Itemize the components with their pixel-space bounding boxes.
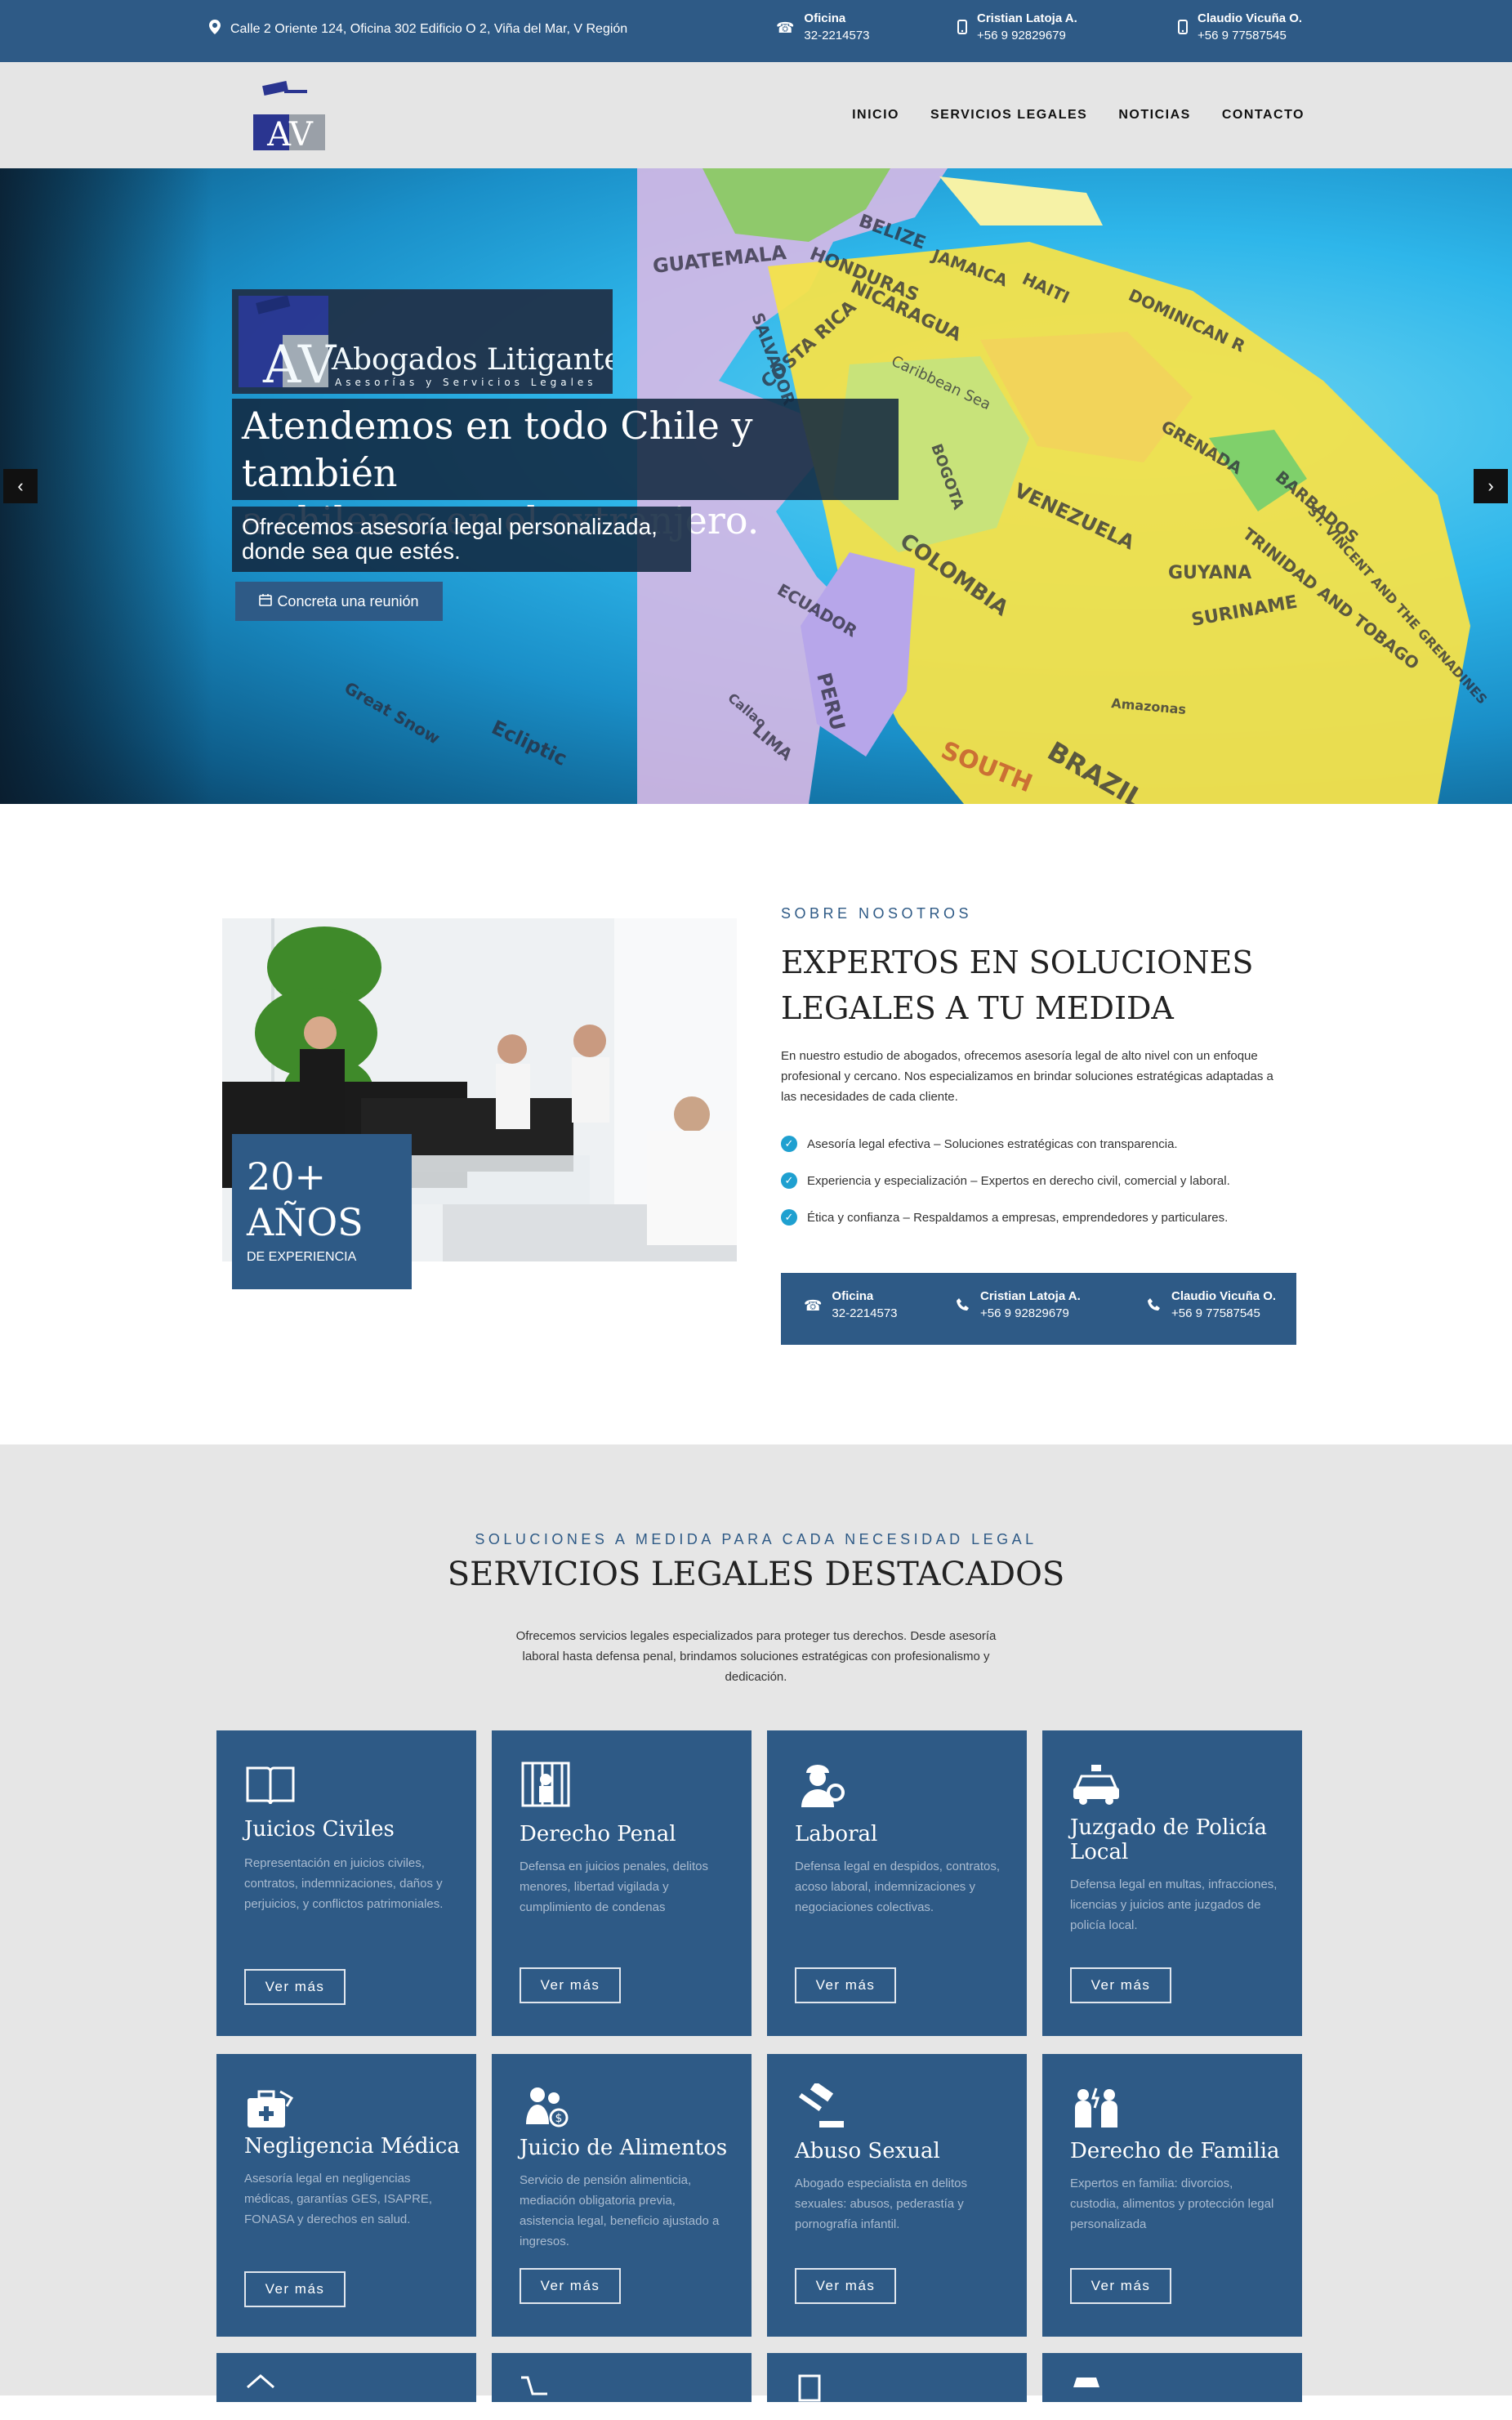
service-card-juicios-civiles[interactable]: Juicios Civiles Representación en juicio… xyxy=(216,1730,476,2036)
experience-badge: 20+ AÑOS DE EXPERIENCIA xyxy=(232,1134,412,1289)
svg-text:AV: AV xyxy=(266,116,314,152)
service-card-derecho-penal[interactable]: Derecho Penal Defensa en juicios penales… xyxy=(492,1730,752,2036)
contact-office[interactable]: ☎ Oficina 32-2214573 xyxy=(804,1289,898,1320)
hero-subheadline: Ofrecemos asesoría legal personalizada, … xyxy=(232,507,691,572)
slider-prev-button[interactable]: ‹ xyxy=(3,469,38,503)
medical-kit-icon xyxy=(244,2083,297,2132)
main-nav: INICIO SERVICIOS LEGALES NOTICIAS CONTAC… xyxy=(852,108,1305,123)
hero-headline: Atendemos en todo Chile y también a chil… xyxy=(232,399,899,542)
nav-inicio[interactable]: INICIO xyxy=(852,108,899,123)
open-book-icon xyxy=(244,1760,297,1809)
ver-mas-button[interactable]: Ver más xyxy=(795,2268,896,2304)
location-pin-icon xyxy=(209,20,221,38)
ver-mas-button[interactable]: Ver más xyxy=(244,2271,346,2307)
service-card-partial[interactable] xyxy=(767,2353,1027,2402)
gavel-icon xyxy=(795,2081,847,2132)
service-card-partial[interactable] xyxy=(492,2353,752,2402)
address: Calle 2 Oriente 124, Oficina 302 Edifici… xyxy=(209,20,627,38)
phone-icon: ☎ xyxy=(804,1297,823,1314)
slider-next-button[interactable]: › xyxy=(1474,469,1508,503)
mobile-icon xyxy=(957,20,967,38)
service-card-laboral[interactable]: Laboral Defensa legal en despidos, contr… xyxy=(767,1730,1027,2036)
svg-text:Asesorías y Servicios Legales: Asesorías y Servicios Legales xyxy=(335,377,597,388)
contact-office[interactable]: ☎ Oficina 32-2214573 xyxy=(776,11,870,42)
hero-logo-banner: AV Abogados Litigantes Asesorías y Servi… xyxy=(232,289,636,395)
svg-text:AV: AV xyxy=(262,335,337,394)
nav-noticias[interactable]: NOTICIAS xyxy=(1118,108,1190,123)
contact-cristian[interactable]: Cristian Latoja A. +56 9 92829679 xyxy=(956,1289,1081,1320)
about-kicker: SOBRE NOSOTROS xyxy=(781,905,973,922)
check-icon: ✓ xyxy=(781,1136,797,1152)
services-section: SOLUCIONES A MEDIDA PARA CADA NECESIDAD … xyxy=(0,1444,1512,2402)
service-card-partial[interactable] xyxy=(1042,2353,1302,2402)
svg-text:GUYANA: GUYANA xyxy=(1168,563,1251,583)
contact-bar: ☎ Oficina 32-2214573 Cristian Latoja A. … xyxy=(781,1273,1296,1345)
about-title: EXPERTOS EN SOLUCIONES LEGALES A TU MEDI… xyxy=(781,944,1254,1026)
svg-text:Great Snow: Great Snow xyxy=(341,678,444,748)
services-intro: Ofrecemos servicios legales especializad… xyxy=(515,1629,997,1684)
check-item: ✓ Asesoría legal efectiva – Soluciones e… xyxy=(781,1136,1178,1152)
service-card-juicio-alimentos[interactable]: $ Juicio de Alimentos Servicio de pensió… xyxy=(492,2054,752,2337)
service-card-abuso-sexual[interactable]: Abuso Sexual Abogado especialista en del… xyxy=(767,2054,1027,2337)
service-card-policia-local[interactable]: Juzgado de Policía Local Defensa legal e… xyxy=(1042,1730,1302,2036)
ver-mas-button[interactable]: Ver más xyxy=(244,1969,346,2005)
contact-cristian[interactable]: Cristian Latoja A. +56 9 92829679 xyxy=(957,11,1077,42)
site-header: AV INICIO SERVICIOS LEGALES NOTICIAS CON… xyxy=(0,62,1512,168)
site-logo[interactable]: AV xyxy=(253,78,327,154)
services-title: SERVICIOS LEGALES DESTACADOS xyxy=(447,1556,1065,1593)
prison-bars-icon xyxy=(520,1760,572,1809)
phone-handset-icon xyxy=(1147,1297,1162,1316)
cart-icon xyxy=(520,2371,572,2420)
police-car-icon xyxy=(1070,1760,1122,1809)
ver-mas-button[interactable]: Ver más xyxy=(795,1967,896,2003)
service-card-derecho-familia[interactable]: Derecho de Familia Expertos en familia: … xyxy=(1042,2054,1302,2337)
nav-servicios-legales[interactable]: SERVICIOS LEGALES xyxy=(930,108,1087,123)
chevron-right-icon: › xyxy=(1487,476,1494,496)
family-support-icon: $ xyxy=(520,2083,572,2132)
family-icon xyxy=(1070,2083,1122,2132)
top-bar: Calle 2 Oriente 124, Oficina 302 Edifici… xyxy=(0,0,1512,62)
cta-button[interactable]: Concreta una reunión xyxy=(235,582,443,621)
contact-claudio[interactable]: Claudio Vicuña O. +56 9 77587545 xyxy=(1178,11,1302,42)
check-icon: ✓ xyxy=(781,1172,797,1189)
services-kicker: SOLUCIONES A MEDIDA PARA CADA NECESIDAD … xyxy=(475,1531,1037,1547)
ver-mas-button[interactable]: Ver más xyxy=(1070,1967,1171,2003)
ver-mas-button[interactable]: Ver más xyxy=(520,1967,621,2003)
service-card-negligencia-medica[interactable]: Negligencia Médica Asesoría legal en neg… xyxy=(216,2054,476,2337)
svg-text:$: $ xyxy=(555,2112,563,2125)
worker-icon xyxy=(795,1760,847,1809)
service-card-partial[interactable] xyxy=(216,2353,476,2402)
mobile-icon xyxy=(1178,20,1188,38)
svg-text:Ecliptic: Ecliptic xyxy=(488,716,570,770)
ver-mas-button[interactable]: Ver más xyxy=(520,2268,621,2304)
svg-text:Abogados Litigantes: Abogados Litigantes xyxy=(331,343,613,377)
phone-icon: ☎ xyxy=(776,20,795,36)
ver-mas-button[interactable]: Ver más xyxy=(1070,2268,1171,2304)
calendar-icon xyxy=(259,593,273,610)
phone-handset-icon xyxy=(956,1297,970,1316)
check-icon: ✓ xyxy=(781,1209,797,1226)
check-item: ✓ Experiencia y especialización – Expert… xyxy=(781,1172,1230,1189)
about-paragraph: En nuestro estudio de abogados, ofrecemo… xyxy=(781,1049,1273,1104)
store-icon xyxy=(1070,2371,1122,2420)
contact-claudio[interactable]: Claudio Vicuña O. +56 9 77587545 xyxy=(1147,1289,1276,1320)
house-icon xyxy=(244,2371,297,2420)
check-item: ✓ Ética y confianza – Respaldamos a empr… xyxy=(781,1209,1228,1226)
document-icon xyxy=(795,2371,847,2420)
chevron-left-icon: ‹ xyxy=(17,476,24,496)
nav-contacto[interactable]: CONTACTO xyxy=(1222,108,1305,123)
hero-slider: GUATEMALA HONDURAS NICARAGUA SALVADOR CO… xyxy=(0,168,1512,804)
